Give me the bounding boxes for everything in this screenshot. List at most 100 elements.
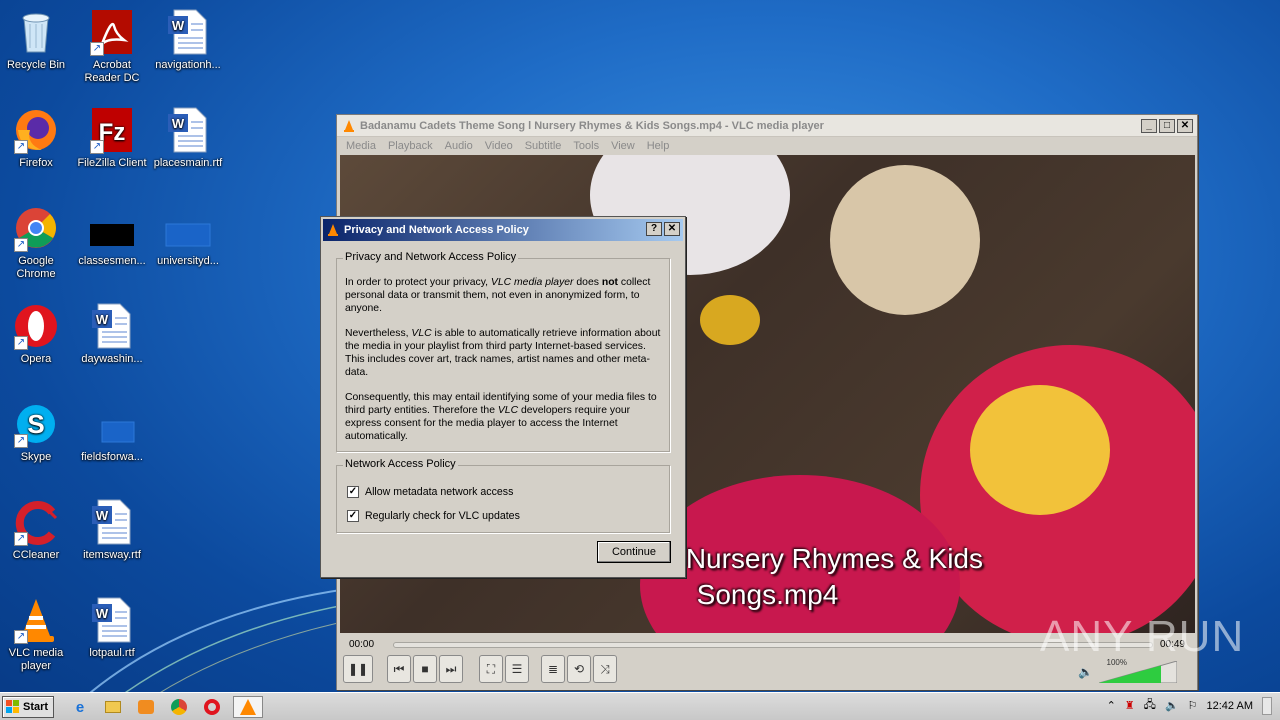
- shortcut-arrow-icon: ↗: [14, 238, 28, 252]
- menu-subtitle[interactable]: Subtitle: [519, 140, 568, 152]
- stop-button[interactable]: ■: [413, 655, 437, 683]
- windows-logo-icon: [6, 700, 19, 713]
- extended-settings-button[interactable]: ☰: [505, 655, 529, 683]
- desktop-icon-universityd[interactable]: universityd...: [150, 204, 226, 268]
- checkbox-checked-icon: ✓: [347, 510, 359, 522]
- shortcut-arrow-icon: ↗: [90, 42, 104, 56]
- vlc-titlebar[interactable]: Badanamu Cadets Theme Song l Nursery Rhy…: [337, 115, 1197, 137]
- help-button[interactable]: ?: [646, 222, 662, 236]
- video-subtitle-line2: Songs.mp4: [696, 579, 839, 610]
- start-button[interactable]: Start: [2, 696, 54, 718]
- p1-text-b: does: [576, 277, 599, 288]
- anyrun-watermark: ANY RUN: [1040, 612, 1245, 661]
- show-desktop-button[interactable]: [1262, 696, 1272, 715]
- desktop-icon-firefox[interactable]: ↗ Firefox: [0, 106, 74, 170]
- desktop-icon-label: FileZilla Client: [77, 157, 147, 169]
- desktop-icon-placesmain[interactable]: W placesmain.rtf: [150, 106, 226, 170]
- dialog-title: Privacy and Network Access Policy: [344, 224, 529, 236]
- desktop-icon-vlc[interactable]: ↗ VLC media player: [0, 596, 74, 673]
- p2-text-a: Nevertheless,: [345, 328, 409, 339]
- desktop-icon-lotpaul[interactable]: W lotpaul.rtf: [74, 596, 150, 660]
- dialog-titlebar[interactable]: Privacy and Network Access Policy: [323, 219, 683, 241]
- svg-text:W: W: [96, 312, 109, 327]
- desktop-icon-label: itemsway.rtf: [83, 549, 141, 561]
- desktop-icon-navigationh[interactable]: W navigationh...: [150, 8, 226, 72]
- shuffle-icon: ⤨: [600, 661, 610, 676]
- desktop-icon-filezilla[interactable]: Fz ↗ FileZilla Client: [74, 106, 150, 170]
- menu-video[interactable]: Video: [479, 140, 519, 152]
- dialog-close-button[interactable]: ✕: [664, 222, 680, 236]
- desktop-icon-itemsway[interactable]: W itemsway.rtf: [74, 498, 150, 562]
- desktop-icon-label: Firefox: [19, 157, 53, 169]
- desktop-icon-label: universityd...: [157, 255, 219, 267]
- loop-button[interactable]: ⟲: [567, 655, 591, 683]
- desktop-icon-label: classesmen...: [78, 255, 146, 267]
- desktop-icon-label: Google Chrome: [16, 255, 56, 280]
- menu-media[interactable]: Media: [340, 140, 382, 152]
- word-doc-icon: W: [168, 9, 207, 55]
- clock[interactable]: 12:42 AM: [1207, 700, 1253, 712]
- desktop-icon-label: navigationh...: [155, 59, 221, 71]
- check-updates-checkbox[interactable]: ✓ Regularly check for VLC updates: [347, 510, 520, 522]
- network-icon[interactable]: 🖧: [1144, 696, 1156, 715]
- menu-tools[interactable]: Tools: [567, 140, 605, 152]
- p1-emphasis: VLC media player: [490, 277, 574, 288]
- metadata-access-checkbox[interactable]: ✓ Allow metadata network access: [347, 486, 513, 498]
- menu-audio[interactable]: Audio: [439, 140, 479, 152]
- shortcut-arrow-icon: ↗: [14, 532, 28, 546]
- taskbar-opera[interactable]: [200, 696, 224, 718]
- desktop-icon-label: Recycle Bin: [6, 59, 66, 71]
- action-center-flag-icon[interactable]: ⚐: [1188, 699, 1198, 712]
- fullscreen-button[interactable]: ⛶: [479, 655, 503, 683]
- close-button[interactable]: ✕: [1177, 119, 1193, 133]
- continue-button[interactable]: Continue: [597, 541, 671, 563]
- loop-icon: ⟲: [573, 662, 585, 676]
- show-hidden-icons-icon[interactable]: ⌃: [1107, 699, 1116, 712]
- checkbox-checked-icon: ✓: [347, 486, 359, 498]
- desktop-icon-classesmen[interactable]: classesmen...: [74, 204, 150, 268]
- taskbar-media-player[interactable]: [134, 696, 158, 718]
- chrome-icon: [171, 699, 187, 715]
- shuffle-button[interactable]: ⤨: [593, 655, 617, 683]
- tray-app-icon[interactable]: ♜: [1125, 699, 1135, 712]
- speaker-icon[interactable]: 🔈: [1078, 665, 1093, 679]
- menu-view[interactable]: View: [605, 140, 641, 152]
- next-icon: ⏭: [445, 661, 457, 676]
- privacy-dialog[interactable]: Privacy and Network Access Policy ? ✕ Pr…: [320, 216, 686, 578]
- taskbar-vlc[interactable]: [233, 696, 263, 718]
- playlist-button[interactable]: ≣: [541, 655, 565, 683]
- desktop-icon-recycle-bin[interactable]: Recycle Bin: [0, 8, 74, 72]
- desktop-icon-skype[interactable]: S ↗ Skype: [0, 400, 74, 464]
- taskbar-chrome[interactable]: [167, 696, 191, 718]
- desktop-icon-label: fieldsforwa...: [81, 451, 143, 463]
- network-group: Network Access Policy ✓ Allow metadata n…: [336, 458, 670, 533]
- seek-bar[interactable]: [393, 642, 1153, 648]
- vlc-icon: [240, 699, 256, 715]
- taskbar-explorer[interactable]: [101, 696, 125, 718]
- pause-button[interactable]: ❚❚: [343, 655, 373, 683]
- previous-button[interactable]: ⏮: [387, 655, 411, 683]
- svg-text:W: W: [96, 508, 109, 523]
- minimize-button[interactable]: _: [1141, 119, 1157, 133]
- menu-playback[interactable]: Playback: [382, 140, 439, 152]
- maximize-button[interactable]: □: [1159, 119, 1175, 133]
- opera-icon: [204, 699, 220, 715]
- desktop-icon-chrome[interactable]: ↗ Google Chrome: [0, 204, 74, 281]
- desktop-icon-opera[interactable]: ↗ Opera: [0, 302, 74, 366]
- desktop-icon-daywashin[interactable]: W daywashin...: [74, 302, 150, 366]
- desktop-icon-fieldsforwa[interactable]: fieldsforwa...: [74, 400, 150, 464]
- p3-emphasis: VLC: [497, 405, 519, 416]
- menu-help[interactable]: Help: [641, 140, 676, 152]
- privacy-paragraph-3: Consequently, this may entail identifyin…: [345, 391, 661, 443]
- volume-icon[interactable]: 🔈: [1165, 699, 1179, 712]
- desktop-icon-acrobat[interactable]: ↗ Acrobat Reader DC: [74, 8, 150, 85]
- desktop-icon-ccleaner[interactable]: ↗ CCleaner: [0, 498, 74, 562]
- next-button[interactable]: ⏭: [439, 655, 463, 683]
- start-label: Start: [23, 701, 49, 713]
- stop-icon: ■: [421, 662, 429, 676]
- svg-text:W: W: [172, 116, 185, 131]
- word-doc-icon: W: [92, 303, 131, 349]
- taskbar-ie[interactable]: e: [68, 696, 92, 718]
- svg-text:S: S: [27, 409, 44, 439]
- privacy-group: Privacy and Network Access Policy In ord…: [336, 251, 670, 452]
